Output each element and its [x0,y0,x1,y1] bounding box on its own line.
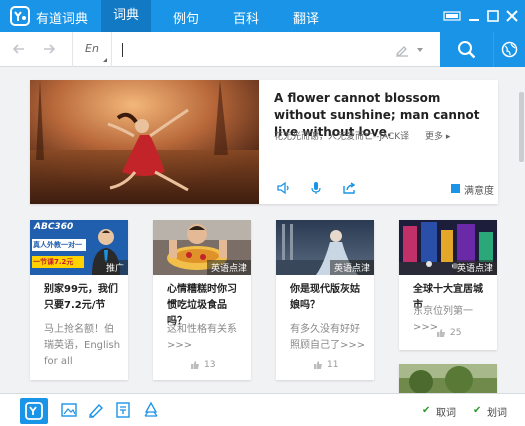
tab-encyclopedia[interactable]: 百科 [221,8,271,27]
app-title: 有道词典 [36,12,89,27]
tab-translate[interactable]: 翻译 [281,8,331,27]
youdao-home-icon [25,402,43,420]
article-card[interactable] [399,364,497,393]
article-card[interactable]: 英语点津 你是现代版灰姑娘吗？ 有多久没有好好照顾自己了>>> 11 [276,220,374,380]
tab-examples[interactable]: 例句 [161,8,211,27]
like-count: 13 [204,360,216,370]
back-arrow-icon[interactable] [12,42,26,56]
daily-sentence-image [30,80,259,204]
minimize-icon[interactable] [467,9,481,23]
thumbs-up-icon[interactable] [436,328,446,338]
search-input[interactable] [118,38,388,61]
like-count: 25 [450,328,462,338]
thumbs-up-icon[interactable] [190,360,200,370]
take-word-check-icon: ✔ [422,405,431,416]
recycle-icon[interactable] [142,401,160,419]
microphone-icon[interactable] [309,181,323,195]
youdao-logo-icon [10,6,30,26]
ad-line-2: 一节课7.2元 [32,256,84,268]
language-value: En [85,42,99,55]
thumbs-up-icon[interactable] [313,360,323,370]
globe-icon [501,41,518,58]
tab-dictionary[interactable]: 词典 [101,0,151,32]
select-word-check-icon: ✔ [473,405,482,416]
maximize-icon[interactable] [486,9,500,23]
satisfaction-label: 满意度 [464,186,494,197]
speaker-icon[interactable] [276,181,290,195]
scrollbar-thumb[interactable] [519,92,524,162]
take-word-toggle[interactable]: 取词 [436,404,456,419]
image-translate-icon[interactable] [60,401,78,419]
language-select[interactable]: En [72,32,112,67]
mini-mode-icon[interactable] [443,9,461,23]
card-description: 有多久没有好好照顾自己了>>> [290,324,366,351]
article-card[interactable]: 英语点津 心情糟糕时你习惯吃垃圾食品吗？ 这和性格有关系>>> 13 [153,220,251,380]
translate-doc-icon[interactable] [114,401,132,419]
wordbook-icon[interactable] [87,401,105,419]
bottom-bar: ✔ 取词 ✔ 划词 [0,393,525,426]
chevron-right-icon: ▸ [445,132,451,142]
card-title: 你是现代版灰姑娘吗？ [290,284,360,311]
ad-line-1: 真人外教一对一 [32,239,86,251]
web-search-button[interactable] [493,32,525,67]
caret-icon [103,58,107,62]
satisfaction-checkbox[interactable] [451,184,460,193]
handwriting-caret-icon[interactable] [417,48,423,52]
card-description: 这和性格有关系>>> [167,324,237,351]
search-button[interactable] [440,32,493,67]
card-tag: 英语点津 [206,260,251,275]
daily-sentence-card[interactable]: A flower cannot blossom without sunshine… [30,80,498,204]
article-card[interactable]: 英语点津 全球十大宜居城市 东京位列第一>>> 25 [399,220,497,350]
card-image: 英语点津 [276,220,374,275]
quote-chinese: 花无光而谢，人无爱而亡--JACK译 [274,132,410,142]
title-bar: 有道词典 词典 例句 百科 翻译 [0,0,525,32]
article-card[interactable]: ABC360 真人外教一对一 一节课7.2元 推广 别家99元，我们只要7.2元… [30,220,128,380]
search-icon [458,41,476,59]
card-image: 英语点津 [153,220,251,275]
scrollbar[interactable] [518,68,525,393]
text-cursor [122,43,123,57]
select-word-toggle[interactable]: 划词 [487,404,507,419]
forward-arrow-icon[interactable] [42,42,56,56]
handwriting-icon[interactable] [394,42,410,58]
card-image [399,364,497,393]
card-image: 英语点津 [399,220,497,275]
card-tag: 英语点津 [329,260,374,275]
close-icon[interactable] [505,9,519,23]
share-icon[interactable] [342,181,356,195]
ad-brand-text: ABC360 [34,222,74,232]
dictionary-home-button[interactable] [20,398,48,424]
card-description: 马上抢名额！伯瑞英语，English for all [44,324,121,367]
more-link[interactable]: 更多 ▸ [425,129,450,142]
card-image: ABC360 真人外教一对一 一节课7.2元 推广 [30,220,128,275]
card-title: 别家99元，我们只要7.2元/节 [44,284,118,311]
content-area: A flower cannot blossom without sunshine… [0,68,518,393]
like-count: 11 [327,360,339,370]
card-tag: 推广 [101,260,128,275]
more-link-label: 更多 [425,132,444,142]
card-tag: 英语点津 [452,260,497,275]
